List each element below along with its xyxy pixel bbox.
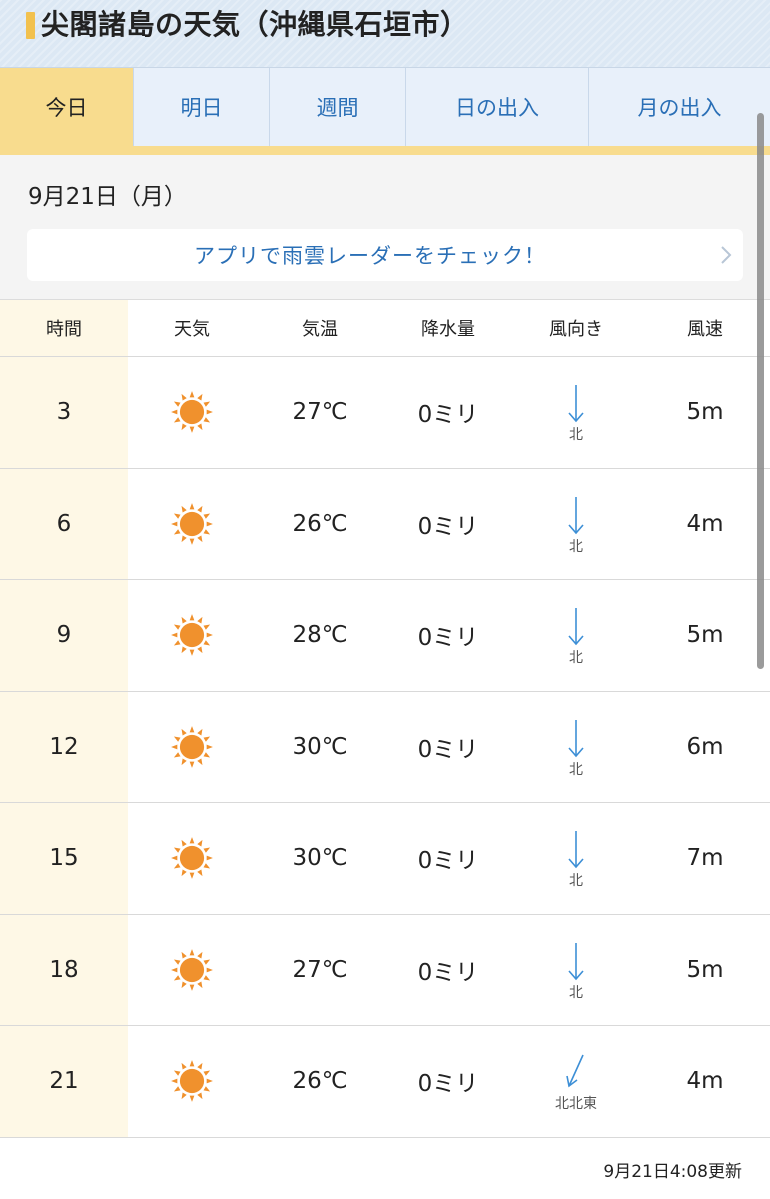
row-wind-direction: 北 bbox=[569, 427, 583, 444]
wind-arrow-icon bbox=[568, 385, 584, 423]
table-row: 6 26℃ 0ミリ 北 4m bbox=[0, 468, 770, 580]
wind-arrow-icon bbox=[566, 1054, 584, 1088]
app-radar-banner[interactable]: アプリで雨雲レーダーをチェック！ bbox=[27, 229, 743, 281]
weather-cell bbox=[128, 469, 256, 580]
weather-cell bbox=[128, 803, 256, 914]
date-section: 9月21日（月） アプリで雨雲レーダーをチェック！ bbox=[0, 155, 770, 300]
forecast-date: 9月21日（月） bbox=[28, 184, 187, 210]
row-wind-speed: 7m bbox=[686, 845, 724, 872]
wind-direction-cell: 北 bbox=[512, 580, 640, 691]
row-wind-speed: 6m bbox=[686, 733, 724, 760]
tab-week[interactable]: 週間 bbox=[270, 68, 406, 146]
row-precipitation: 0ミリ bbox=[417, 513, 479, 540]
wind-arrow-icon bbox=[568, 496, 584, 534]
app-banner-label: アプリで雨雲レーダーをチェック！ bbox=[194, 244, 546, 268]
sun-icon bbox=[171, 725, 213, 768]
row-wind-speed: 4m bbox=[686, 1068, 724, 1095]
row-temperature: 26℃ bbox=[292, 510, 348, 537]
row-time: 3 bbox=[0, 357, 128, 468]
scrollbar[interactable] bbox=[757, 113, 764, 669]
row-temperature: 30℃ bbox=[292, 845, 348, 872]
row-precipitation: 0ミリ bbox=[417, 736, 479, 763]
table-row: 15 30℃ 0ミリ 北 7m bbox=[0, 803, 770, 915]
wind-arrow-icon bbox=[568, 719, 584, 757]
table-row: 21 26℃ 0ミリ 北北東 4m bbox=[0, 1026, 770, 1138]
row-temperature: 27℃ bbox=[292, 956, 348, 983]
weather-cell bbox=[128, 580, 256, 691]
title-accent-mark bbox=[26, 12, 35, 39]
sun-icon bbox=[171, 837, 213, 880]
weather-cell bbox=[128, 357, 256, 468]
wind-direction-cell: 北北東 bbox=[512, 1026, 640, 1137]
header-time: 時間 bbox=[0, 300, 128, 356]
weather-cell bbox=[128, 692, 256, 803]
row-wind-direction: 北北東 bbox=[555, 1096, 597, 1113]
sun-icon bbox=[171, 948, 213, 991]
sun-icon bbox=[171, 614, 213, 657]
header-wind-speed: 風速 bbox=[687, 319, 723, 340]
header-weather: 天気 bbox=[174, 319, 210, 340]
table-header-row: 時間 天気 気温 降水量 風向き 風速 bbox=[0, 300, 770, 357]
sun-icon bbox=[171, 391, 213, 434]
row-temperature: 26℃ bbox=[292, 1068, 348, 1095]
wind-arrow-icon bbox=[568, 608, 584, 646]
row-precipitation: 0ミリ bbox=[417, 402, 479, 429]
row-precipitation: 0ミリ bbox=[417, 625, 479, 652]
row-wind-direction: 北 bbox=[569, 984, 583, 1001]
wind-arrow-icon bbox=[568, 942, 584, 980]
wind-direction-cell: 北 bbox=[512, 803, 640, 914]
row-precipitation: 0ミリ bbox=[417, 1071, 479, 1098]
row-time: 21 bbox=[0, 1026, 128, 1137]
header-wind-direction: 風向き bbox=[549, 319, 603, 340]
table-row: 3 27℃ 0ミリ 北 5m bbox=[0, 357, 770, 469]
tab-sunrise-sunset[interactable]: 日の出入 bbox=[406, 68, 589, 146]
updated-timestamp: 9月21日4:08更新 bbox=[603, 1162, 742, 1182]
row-wind-direction: 北 bbox=[569, 761, 583, 778]
row-wind-speed: 4m bbox=[686, 510, 724, 537]
tab-moonrise-moonset[interactable]: 月の出入 bbox=[589, 68, 770, 146]
row-time: 6 bbox=[0, 468, 128, 579]
sun-icon bbox=[171, 502, 213, 545]
row-time: 9 bbox=[0, 580, 128, 691]
tab-underline bbox=[0, 146, 770, 155]
tab-tomorrow[interactable]: 明日 bbox=[134, 68, 270, 146]
row-wind-speed: 5m bbox=[686, 399, 724, 426]
tab-bar: 今日 明日 週間 日の出入 月の出入 bbox=[0, 68, 770, 146]
sun-icon bbox=[171, 1060, 213, 1103]
hourly-forecast-table: 時間 天気 気温 降水量 風向き 風速 3 27℃ 0ミリ 北 5m 6 26℃… bbox=[0, 300, 770, 1138]
row-precipitation: 0ミリ bbox=[417, 959, 479, 986]
row-wind-direction: 北 bbox=[569, 650, 583, 667]
row-precipitation: 0ミリ bbox=[417, 848, 479, 875]
table-row: 9 28℃ 0ミリ 北 5m bbox=[0, 580, 770, 692]
header-temperature: 気温 bbox=[302, 319, 338, 340]
weather-cell bbox=[128, 1026, 256, 1137]
weather-cell bbox=[128, 915, 256, 1026]
wind-arrow-icon bbox=[568, 831, 584, 869]
wind-direction-cell: 北 bbox=[512, 915, 640, 1026]
header-precipitation: 降水量 bbox=[421, 319, 475, 340]
table-row: 18 27℃ 0ミリ 北 5m bbox=[0, 914, 770, 1026]
row-time: 18 bbox=[0, 914, 128, 1025]
row-temperature: 28℃ bbox=[292, 622, 348, 649]
table-row: 12 30℃ 0ミリ 北 6m bbox=[0, 691, 770, 803]
row-wind-direction: 北 bbox=[569, 873, 583, 890]
tab-today[interactable]: 今日 bbox=[0, 68, 134, 146]
wind-direction-cell: 北 bbox=[512, 692, 640, 803]
row-wind-direction: 北 bbox=[569, 538, 583, 555]
chevron-right-icon bbox=[721, 246, 732, 264]
title-bar: 尖閣諸島の天気（沖縄県石垣市） bbox=[0, 0, 770, 68]
row-temperature: 30℃ bbox=[292, 733, 348, 760]
row-wind-speed: 5m bbox=[686, 622, 724, 649]
row-time: 15 bbox=[0, 803, 128, 914]
row-wind-speed: 5m bbox=[686, 956, 724, 983]
wind-direction-cell: 北 bbox=[512, 469, 640, 580]
wind-direction-cell: 北 bbox=[512, 357, 640, 468]
row-temperature: 27℃ bbox=[292, 399, 348, 426]
page-title: 尖閣諸島の天気（沖縄県石垣市） bbox=[41, 8, 469, 41]
row-time: 12 bbox=[0, 691, 128, 802]
